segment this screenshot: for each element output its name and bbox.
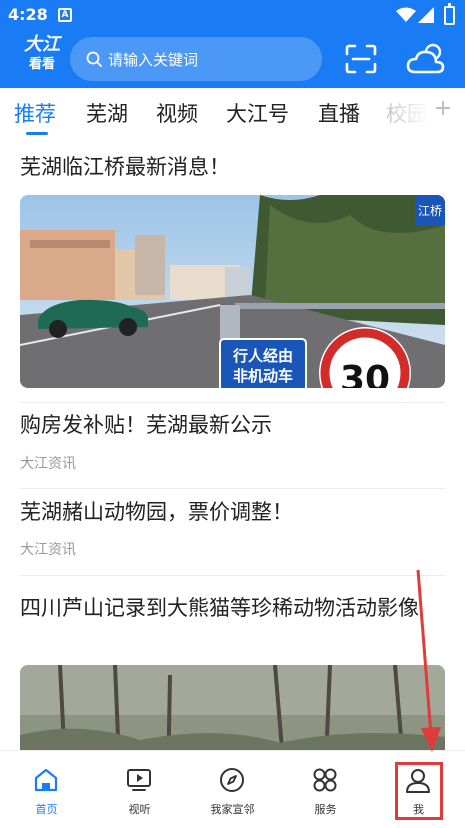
feed-divider bbox=[20, 402, 445, 403]
logo-text-bottom: 看看 bbox=[28, 57, 55, 72]
logo-text-top: 大江 bbox=[24, 34, 60, 55]
news-feed: 芜湖临江桥最新消息！ 行人经由 非机动车 30 江桥 购房发补贴！芜湖最新公示 … bbox=[0, 138, 465, 750]
tab-dajianghao[interactable]: 大江号 bbox=[226, 98, 289, 128]
news-image-forest[interactable] bbox=[20, 665, 445, 750]
nav-neighbors-label: 我家宣邻 bbox=[210, 803, 255, 816]
nav-media[interactable]: 视听 bbox=[93, 751, 186, 828]
search-placeholder: 请输入关键词 bbox=[108, 51, 199, 69]
nav-home-label: 首页 bbox=[35, 803, 58, 816]
speed-limit-number: 30 bbox=[340, 359, 390, 388]
news-title-4[interactable]: 四川芦山记录到大熊猫等珍稀动物活动影像 bbox=[20, 593, 445, 623]
search-input[interactable]: 请输入关键词 bbox=[70, 37, 322, 81]
sign-text-line2: 非机动车 bbox=[233, 367, 293, 385]
nav-home[interactable]: 首页 bbox=[0, 751, 93, 828]
news-source-3: 大江资讯 bbox=[20, 542, 76, 558]
tabs-fade-mask bbox=[380, 88, 430, 138]
forest-illustration bbox=[20, 665, 445, 750]
status-bar: 4:28 A bbox=[0, 0, 465, 30]
status-time: 4:28 bbox=[8, 5, 48, 24]
app-logo: 大江 看看 bbox=[20, 36, 64, 80]
app-header: 4:28 A 大江 看看 请输入关键词 bbox=[0, 0, 465, 88]
home-icon bbox=[34, 768, 58, 792]
news-title-1[interactable]: 芜湖临江桥最新消息！ bbox=[20, 152, 445, 182]
tab-wuhu[interactable]: 芜湖 bbox=[86, 98, 128, 128]
tv-play-icon bbox=[127, 769, 151, 791]
weather-cloud-icon[interactable] bbox=[406, 42, 446, 76]
compass-icon bbox=[220, 768, 244, 792]
channel-tabs: 推荐 芜湖 视频 大江号 直播 校园 + bbox=[0, 88, 465, 138]
wifi-icon bbox=[396, 7, 416, 22]
side-sign-text: 江桥 bbox=[418, 204, 442, 218]
nav-neighbors[interactable]: 我家宣邻 bbox=[186, 751, 279, 828]
highlight-box bbox=[395, 762, 443, 820]
news-title-3[interactable]: 芜湖赭山动物园，票价调整！ bbox=[20, 497, 445, 527]
feed-divider bbox=[20, 575, 445, 576]
news-source-2: 大江资讯 bbox=[20, 456, 76, 472]
search-icon bbox=[86, 51, 102, 67]
nav-services-label: 服务 bbox=[314, 803, 337, 816]
signal-icon bbox=[418, 7, 434, 23]
sign-text-line1: 行人经由 bbox=[232, 347, 293, 365]
tab-live[interactable]: 直播 bbox=[318, 98, 360, 128]
add-channel-button[interactable]: + bbox=[428, 96, 458, 121]
nav-media-label: 视听 bbox=[128, 803, 151, 816]
grid-services-icon bbox=[313, 768, 337, 792]
battery-icon bbox=[444, 3, 455, 25]
tab-video[interactable]: 视频 bbox=[156, 98, 198, 128]
bridge-street-illustration: 行人经由 非机动车 30 江桥 bbox=[20, 195, 445, 388]
news-image-bridge[interactable]: 行人经由 非机动车 30 江桥 bbox=[20, 195, 445, 388]
scan-icon[interactable] bbox=[345, 44, 377, 74]
news-title-2[interactable]: 购房发补贴！芜湖最新公示 bbox=[20, 410, 445, 440]
feed-divider bbox=[20, 488, 445, 489]
nav-services[interactable]: 服务 bbox=[279, 751, 372, 828]
active-tab-indicator bbox=[26, 132, 48, 135]
tab-recommend[interactable]: 推荐 bbox=[14, 98, 56, 128]
notification-a-icon: A bbox=[58, 8, 72, 22]
